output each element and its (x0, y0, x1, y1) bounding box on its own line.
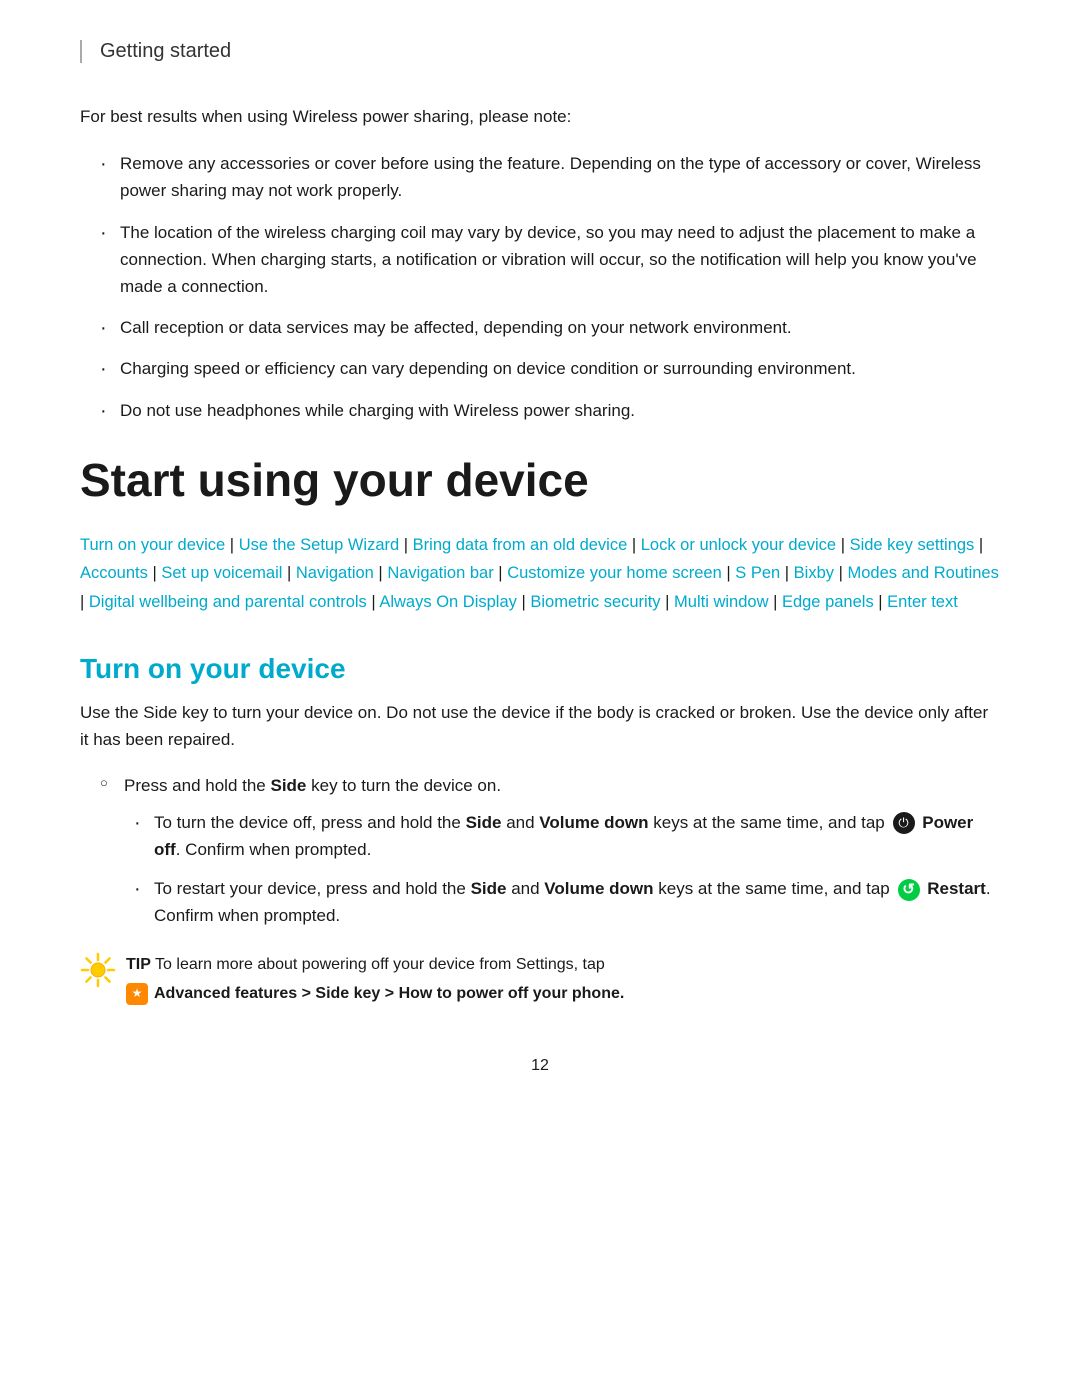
link-lock-unlock[interactable]: Lock or unlock your device (641, 536, 836, 554)
bold-side-2: Side (466, 813, 502, 832)
bold-volume-down: Volume down (539, 813, 648, 832)
advanced-features-icon (126, 983, 148, 1005)
bold-side-3: Side (471, 879, 507, 898)
bold-side: Side (270, 776, 306, 795)
link-side-key[interactable]: Side key settings (850, 536, 975, 554)
links-section: Turn on your device | Use the Setup Wiza… (80, 531, 1000, 618)
tip-label: TIP (126, 956, 151, 973)
link-navigation[interactable]: Navigation (296, 564, 374, 582)
list-item: To restart your device, press and hold t… (134, 875, 1000, 929)
link-multi-window[interactable]: Multi window (674, 593, 768, 611)
link-edge-panels[interactable]: Edge panels (782, 593, 874, 611)
link-customize-home[interactable]: Customize your home screen (507, 564, 722, 582)
wireless-bullet-list: Remove any accessories or cover before u… (100, 150, 1000, 424)
list-item: Do not use headphones while charging wit… (100, 397, 1000, 424)
tip-section: TIP To learn more about powering off you… (80, 952, 1000, 1007)
sub-bullet-list: To turn the device off, press and hold t… (134, 809, 1000, 930)
tip-text: TIP To learn more about powering off you… (126, 952, 624, 1007)
list-item: To turn the device off, press and hold t… (134, 809, 1000, 863)
link-bring-data[interactable]: Bring data from an old device (413, 536, 628, 554)
link-digital-wellbeing[interactable]: Digital wellbeing and parental controls (89, 593, 367, 611)
list-item: Charging speed or efficiency can vary de… (100, 355, 1000, 382)
list-item: Call reception or data services may be a… (100, 314, 1000, 341)
link-turn-on[interactable]: Turn on your device (80, 536, 225, 554)
bold-restart: Restart (927, 879, 986, 898)
tip-sun-icon (80, 952, 116, 988)
link-voicemail[interactable]: Set up voicemail (161, 564, 282, 582)
link-accounts[interactable]: Accounts (80, 564, 148, 582)
main-heading: Start using your device (80, 454, 1000, 507)
tip-bold-text: Advanced features > Side key > How to po… (154, 981, 624, 1007)
power-icon (893, 812, 915, 834)
link-spen[interactable]: S Pen (735, 564, 780, 582)
link-navigation-bar[interactable]: Navigation bar (387, 564, 493, 582)
link-setup-wizard[interactable]: Use the Setup Wizard (239, 536, 400, 554)
restart-icon (898, 879, 920, 901)
tip-advanced: Advanced features > Side key > How to po… (126, 981, 624, 1007)
page-number: 12 (80, 1057, 1000, 1075)
header-title: Getting started (100, 40, 231, 62)
bold-volume-down-2: Volume down (544, 879, 653, 898)
link-enter-text[interactable]: Enter text (887, 593, 958, 611)
link-biometric[interactable]: Biometric security (530, 593, 660, 611)
link-bixby[interactable]: Bixby (794, 564, 834, 582)
list-item: Remove any accessories or cover before u… (100, 150, 1000, 204)
list-item: The location of the wireless charging co… (100, 219, 1000, 301)
header: Getting started (80, 40, 1000, 63)
link-modes-routines[interactable]: Modes and Routines (848, 564, 999, 582)
link-always-on[interactable]: Always On Display (379, 593, 517, 611)
tip-description: To learn more about powering off your de… (155, 956, 605, 973)
wireless-intro: For best results when using Wireless pow… (80, 103, 1000, 130)
turn-on-description: Use the Side key to turn your device on.… (80, 699, 1000, 753)
turn-on-circle-list: Press and hold the Side key to turn the … (100, 772, 1000, 930)
list-item: Press and hold the Side key to turn the … (100, 772, 1000, 930)
turn-on-heading: Turn on your device (80, 653, 1000, 685)
